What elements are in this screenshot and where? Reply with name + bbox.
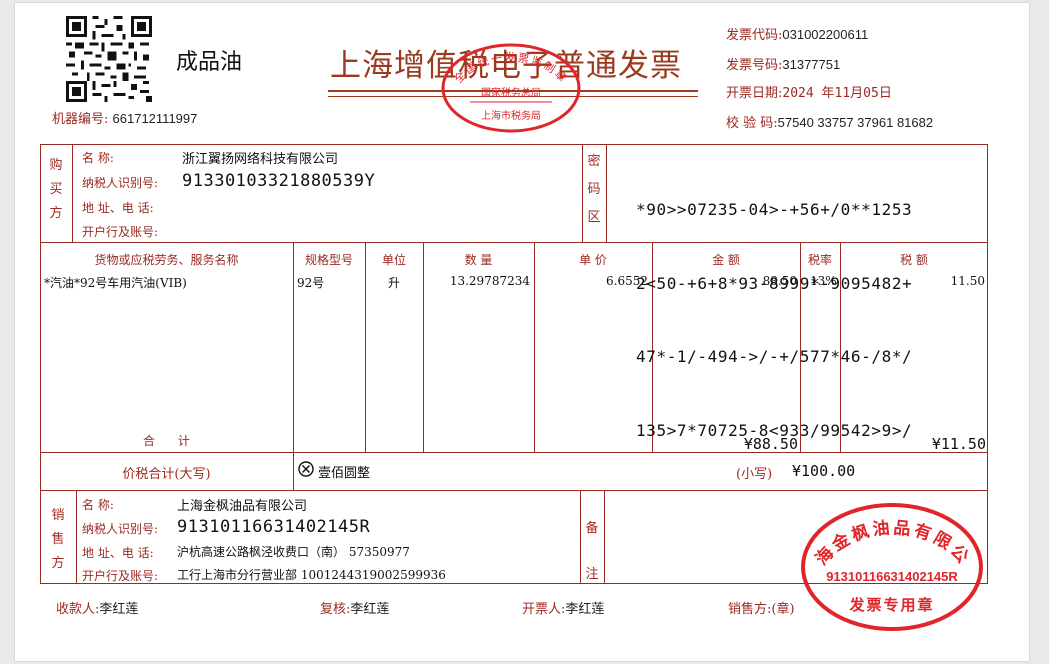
payee: 收款人:李红莲 [56,602,139,617]
divider [606,144,607,242]
col-header-tax: 税 额 [900,253,928,267]
divider [72,144,73,242]
col-header-qty: 数 量 [464,253,493,267]
seller-bank-label: 开户行及账号: [82,569,159,583]
qr-code [66,16,152,102]
buyer-tax-id-label: 纳税人识别号: [82,176,159,190]
buyer-name: 浙江翼扬网络科技有限公司 [182,152,339,167]
buyer-address-label: 地 址、电 话: [82,201,154,215]
machine-number: 机器编号: 661712111997 [52,108,197,127]
fuel-type-label: 成品油 [176,50,243,75]
col-header-amount: 金 额 [712,253,740,267]
divider [604,490,605,584]
item-name: *汽油*92号车用汽油(VIB) [44,276,187,290]
seller-stamp-tax-id: 91310116631402145R [826,569,958,584]
check-code: 校 验 码:57540 33757 37961 81682 [726,115,934,131]
seller-tax-id-label: 纳税人识别号: [82,522,159,536]
stamp-line2: 国家税务总局 [481,86,541,99]
item-spec: 92号 [297,276,325,290]
cipher-line: 47*-1/-494->/-+/577*46-/8*/ [636,347,913,366]
item-qty: 13.29787234 [449,274,530,288]
buyer-section-label: 购买方 [49,158,63,221]
cipher-text: *90>>07235-04>-+56+/0**1253 2<50-+6+8*93… [636,149,912,468]
seller-stamp-type: 发票专用章 [848,596,934,614]
divider [293,242,294,452]
seller-name: 上海金枫油品有限公司 [177,499,308,514]
col-header-unit: 单位 [381,253,406,267]
remarks-section-label: 备注 [585,521,599,582]
total-tax: ¥11.50 [931,435,986,453]
seller-address: 沪杭高速公路枫泾收费口（南） 57350977 [177,545,410,559]
seller-tax-id: 91310116631402145R [177,517,371,537]
seller-name-label: 名 称: [82,498,114,512]
circle-cross-icon [298,461,314,477]
cipher-section-label: 密码区 [587,154,601,225]
issuer: 开票人:李红莲 [522,602,605,617]
seller-address-label: 地 址、电 话: [82,546,154,560]
item-rate: 13% [810,274,837,288]
machine-number-label: 机器编号: [52,112,109,127]
item-price: 6.6552 [606,274,648,288]
seller-bank: 工行上海市分行营业部 1001244319002599936 [177,568,446,582]
invoice-number: 发票号码:31377751 [726,57,841,73]
sum-lower-label: (小写) [736,467,773,482]
invoice-code: 发票代码:031002200611 [726,27,869,43]
buyer-bank-label: 开户行及账号: [82,225,159,239]
stamp-line3: 上海市税务局 [481,109,541,122]
col-header-price: 单 价 [579,253,607,267]
svg-text:上海金枫油品有限公司: 上海金枫油品有限公司 [800,502,974,569]
divider [293,452,294,490]
total-amount: ¥88.50 [743,435,798,453]
divider [582,144,583,242]
seller-invoice-stamp: 上海金枫油品有限公司 91310116631402145R 发票专用章 [790,487,984,632]
item-amount: 88.50 [762,274,797,288]
reviewer: 复核:李红莲 [320,602,390,617]
sum-upper: 壹佰圆整 [318,466,371,481]
col-header-name: 货物或应税劳务、服务名称 [94,253,239,267]
tax-bureau-stamp: 全国统一发票监制章 国家税务总局 上海市税务局 [440,42,582,134]
cipher-line: *90>>07235-04>-+56+/0**1253 [636,200,913,219]
seller-section-label: 销售方 [51,508,65,571]
item-unit: 升 [387,276,400,290]
divider [76,490,77,584]
buyer-tax-id: 91330103321880539Y [182,171,376,191]
divider [40,490,988,491]
item-tax: 11.50 [950,274,985,288]
sum-lower: ¥100.00 [792,462,856,480]
divider [580,490,581,584]
sum-label: 价税合计(大写) [122,467,211,482]
machine-number-value: 661712111997 [112,111,198,126]
invoice-date: 开票日期:2024 年11月05日 [726,86,892,101]
col-header-rate: 税率 [807,253,832,267]
total-label: 合 计 [143,434,190,448]
buyer-name-label: 名 称: [82,151,114,165]
col-header-spec: 规格型号 [304,253,353,267]
seller-seal-label: 销售方:(章) [728,602,795,617]
